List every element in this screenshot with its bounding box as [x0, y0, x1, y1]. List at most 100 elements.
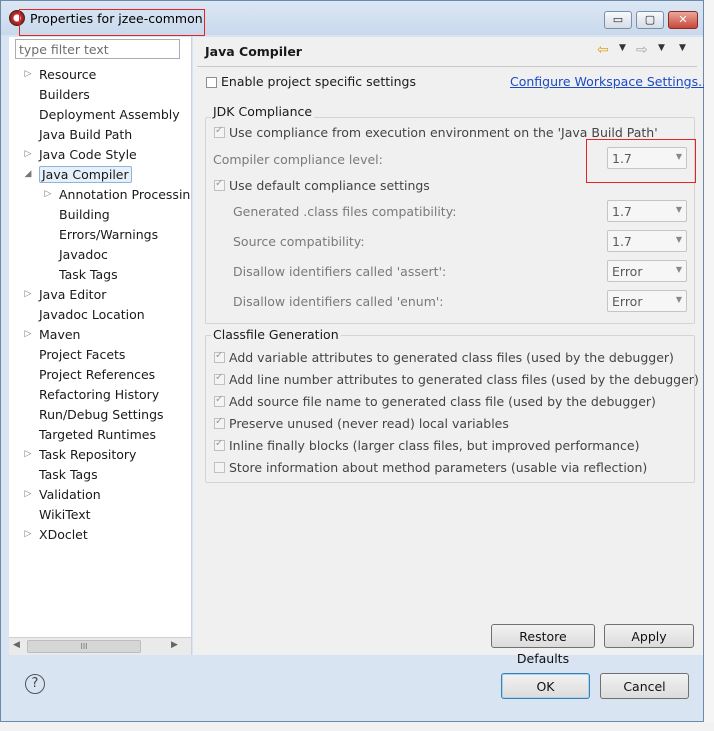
tree-item-label: Maven [39, 327, 81, 342]
tree-item[interactable]: ▷ Validation [23, 485, 101, 504]
tree-item-label: Validation [39, 487, 101, 502]
tree-item-label: Project Facets [39, 347, 126, 362]
disallow-assert-label: Disallow identifiers called 'assert': [233, 264, 447, 279]
expand-arrow-icon[interactable]: ▷ [23, 445, 33, 464]
tree-item[interactable]: Java Build Path [23, 125, 132, 144]
back-arrow-icon[interactable]: ⇦ [597, 42, 609, 58]
tree-item-label: Deployment Assembly [39, 107, 180, 122]
tree-item[interactable]: Errors/Warnings [43, 225, 158, 244]
scroll-left-icon[interactable]: ◀ [13, 640, 20, 650]
expand-arrow-icon[interactable]: ▷ [23, 145, 33, 164]
tree-item-label: Building [59, 207, 110, 222]
expand-arrow-icon[interactable]: ▷ [23, 525, 33, 544]
title-bar[interactable]: Properties for jzee-common ▭ ▢ ✕ [1, 1, 703, 36]
classfile-option-checkbox[interactable] [214, 350, 225, 363]
expand-arrow-icon[interactable]: ▷ [23, 485, 33, 504]
maximize-button[interactable]: ▢ [636, 11, 664, 29]
tree-item[interactable]: Project Facets [23, 345, 125, 364]
background-strip-right [704, 0, 714, 731]
back-dropdown-icon[interactable]: ▼ [619, 43, 626, 53]
disallow-assert-select[interactable]: Error ▼ [607, 260, 687, 282]
classfile-option-label: Add variable attributes to generated cla… [229, 350, 674, 365]
classfile-option-label: Add line number attributes to generated … [229, 372, 699, 387]
use-default-compliance-checkbox[interactable] [214, 178, 225, 191]
cancel-button[interactable]: Cancel [600, 673, 689, 699]
forward-dropdown-icon[interactable]: ▼ [658, 43, 665, 53]
tree-item[interactable]: Task Tags [23, 465, 98, 484]
background-strip-bottom [0, 722, 714, 731]
tree-item[interactable]: ▷ Annotation Processin [43, 185, 191, 204]
classfile-option-label: Preserve unused (never read) local varia… [229, 416, 509, 431]
tree-item[interactable]: ▷ Java Code Style [23, 145, 137, 164]
generated-class-compat-select[interactable]: 1.7 ▼ [607, 200, 687, 222]
tree-item-label: Targeted Runtimes [39, 427, 156, 442]
help-icon[interactable]: ? [25, 674, 45, 694]
tree-item-label: Project References [39, 367, 156, 382]
configure-workspace-link[interactable]: Configure Workspace Settings... [510, 74, 710, 89]
chevron-down-icon: ▼ [675, 295, 682, 304]
tree-item-label: Annotation Processin [59, 187, 191, 202]
tree-item[interactable]: Run/Debug Settings [23, 405, 164, 424]
tree-item[interactable]: Deployment Assembly [23, 105, 180, 124]
chevron-down-icon: ▼ [675, 265, 682, 274]
use-default-compliance-label: Use default compliance settings [229, 178, 430, 193]
tree-item[interactable]: ◢ Java Compiler [23, 165, 132, 184]
use-exec-env-checkbox[interactable] [214, 125, 225, 138]
tree-item[interactable]: ▷ XDoclet [23, 525, 88, 544]
tree-item-label: Task Repository [39, 447, 137, 462]
close-icon: ✕ [678, 13, 688, 26]
tree-item[interactable]: ▷ Resource [23, 65, 97, 84]
tree-item[interactable]: ▷ Maven [23, 325, 81, 344]
classfile-option-checkbox[interactable] [214, 416, 225, 429]
header-separator [197, 66, 697, 67]
tree-item-label: XDoclet [39, 527, 88, 542]
forward-arrow-icon[interactable]: ⇨ [636, 42, 648, 58]
enable-project-specific-checkbox[interactable] [206, 77, 217, 88]
classfile-option-checkbox[interactable] [214, 462, 225, 473]
classfile-option-checkbox[interactable] [214, 394, 225, 407]
chevron-down-icon: ▼ [675, 205, 682, 214]
source-compat-select[interactable]: 1.7 ▼ [607, 230, 687, 252]
scroll-right-icon[interactable]: ▶ [171, 640, 178, 650]
classfile-option-checkbox[interactable] [214, 372, 225, 385]
close-button[interactable]: ✕ [668, 11, 698, 29]
tree-item-label: Task Tags [59, 267, 118, 282]
tree-item[interactable]: Project References [23, 365, 155, 384]
generated-class-compat-label: Generated .class files compatibility: [233, 204, 457, 219]
tree-item[interactable]: ▷ Java Editor [23, 285, 107, 304]
restore-defaults-button[interactable]: Restore Defaults [491, 624, 595, 666]
source-compat-value: 1.7 [612, 234, 632, 249]
collapse-arrow-icon[interactable]: ◢ [23, 165, 33, 184]
properties-dialog: Properties for jzee-common ▭ ▢ ✕ ▷ Resour… [0, 0, 710, 722]
apply-button[interactable]: Apply [604, 624, 694, 648]
tree-item-label: Builders [39, 87, 90, 102]
tree-item[interactable]: Javadoc Location [23, 305, 145, 324]
tree-item[interactable]: Task Tags [43, 265, 118, 284]
classfile-option-checkbox[interactable] [214, 438, 225, 451]
tree-item[interactable]: Refactoring History [23, 385, 159, 404]
filter-input[interactable] [15, 39, 180, 59]
tree-horizontal-scrollbar[interactable]: ◀ III ▶ [9, 637, 191, 655]
expand-arrow-icon[interactable]: ▷ [23, 65, 33, 84]
expand-arrow-icon[interactable]: ▷ [43, 185, 53, 204]
scroll-grip-icon: III [80, 642, 88, 651]
tree-item[interactable]: Builders [23, 85, 90, 104]
tree-item[interactable]: Targeted Runtimes [23, 425, 156, 444]
tree-item-label: Java Compiler [39, 166, 132, 183]
ok-button[interactable]: OK [501, 673, 590, 699]
tree-item[interactable]: Javadoc [43, 245, 108, 264]
tree-item-label: Javadoc Location [39, 307, 145, 322]
source-compat-label: Source compatibility: [233, 234, 365, 249]
minimize-button[interactable]: ▭ [604, 11, 632, 29]
tree-item[interactable]: WikiText [23, 505, 91, 524]
title-highlight-box [19, 9, 205, 36]
expand-arrow-icon[interactable]: ▷ [23, 325, 33, 344]
scroll-thumb[interactable]: III [27, 640, 141, 653]
view-menu-icon[interactable]: ▼ [679, 43, 686, 53]
tree-item[interactable]: ▷ Task Repository [23, 445, 137, 464]
generated-class-compat-value: 1.7 [612, 204, 632, 219]
disallow-enum-select[interactable]: Error ▼ [607, 290, 687, 312]
expand-arrow-icon[interactable]: ▷ [23, 285, 33, 304]
tree-item[interactable]: Building [43, 205, 110, 224]
classfile-option-label: Add source file name to generated class … [229, 394, 656, 409]
